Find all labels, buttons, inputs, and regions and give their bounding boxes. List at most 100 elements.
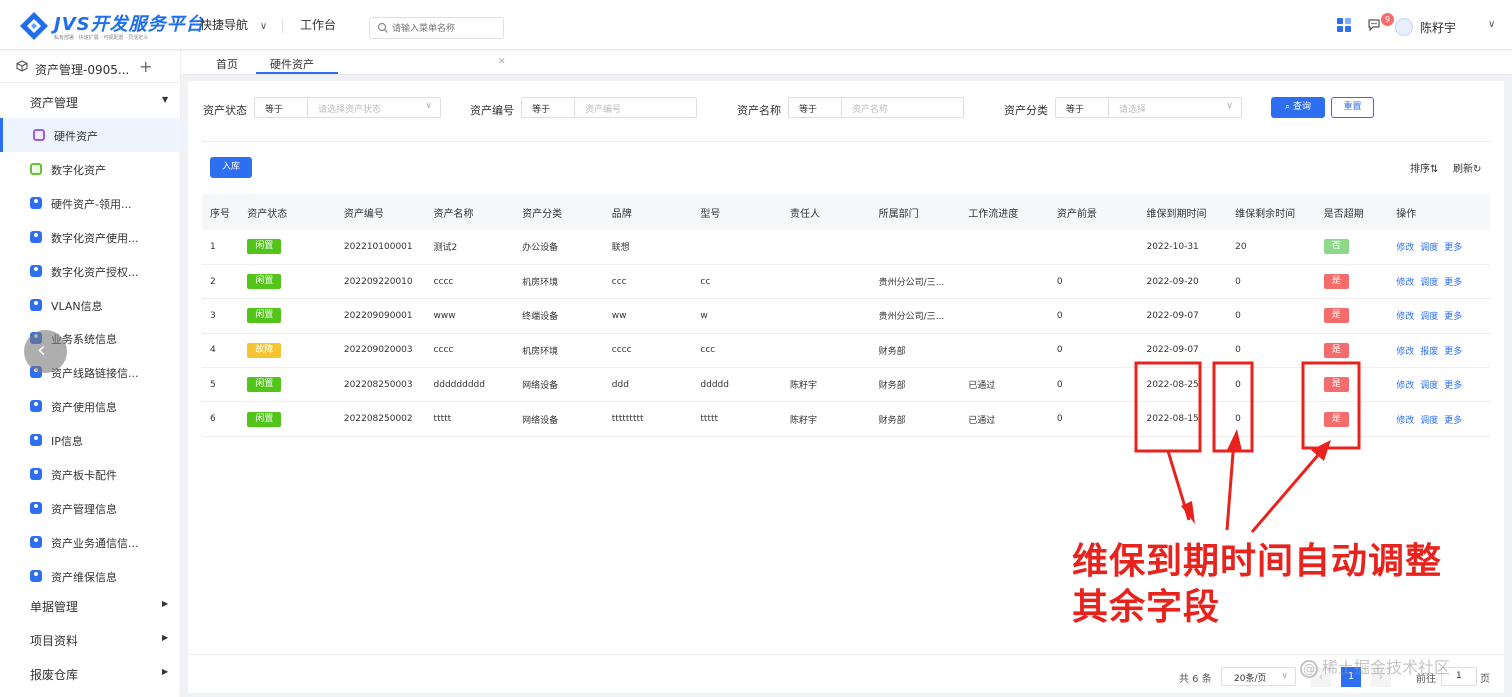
quick-nav-menu[interactable]: 快捷导航 ∨	[200, 16, 267, 33]
table-cell	[782, 298, 871, 334]
message-icon[interactable]	[1367, 18, 1381, 32]
filter-category-operator[interactable]: 等于	[1055, 97, 1108, 118]
table-row[interactable]: 1 闲置 202210100001 测试2 办公设备 联想 2022-10-31 20 否 修改调…	[202, 230, 1490, 265]
row-action-link[interactable]: 调度	[1420, 243, 1438, 253]
row-action-link[interactable]: 更多	[1444, 278, 1462, 288]
page-size-select[interactable]: 20条/页 ∨	[1221, 667, 1296, 686]
chevron-down-icon: ∨	[1226, 101, 1233, 111]
column-header: 是否超期	[1315, 194, 1389, 230]
filter-status-select[interactable]: 请选择资产状态 ∨	[307, 97, 441, 118]
caret-right-icon: ▶	[162, 633, 169, 642]
filter-code-label: 资产编号	[470, 104, 514, 117]
row-action-link[interactable]: 调度	[1420, 312, 1438, 322]
row-action-link[interactable]: 修改	[1396, 381, 1414, 391]
row-action-link[interactable]: 更多	[1444, 347, 1462, 357]
row-action-link[interactable]: 修改	[1396, 347, 1414, 357]
apps-grid-icon[interactable]	[1336, 17, 1352, 33]
sidebar-item[interactable]: VLAN信息	[0, 288, 181, 322]
filter-code-operator[interactable]: 等于	[521, 97, 574, 118]
menu-search[interactable]	[369, 17, 504, 39]
add-icon[interactable]: +	[139, 57, 152, 76]
sidebar-item[interactable]: 资产管理信息	[0, 491, 181, 525]
app-logo[interactable]: JVS开发服务平台 私有部署 · 快速扩展 · 可视配置 · 灵活定义	[18, 8, 204, 44]
sidebar: 资产管理-0905... + 资产管理 ▼ 硬件资产 数字化资产 硬件资产-领用..…	[0, 51, 181, 697]
table-cell	[782, 333, 871, 369]
overdue-cell: 是	[1315, 401, 1389, 437]
filter-status-placeholder: 请选择资产状态	[318, 105, 382, 115]
refresh-button[interactable]: 刷新↻	[1453, 160, 1481, 175]
row-action-link[interactable]: 更多	[1444, 416, 1462, 426]
overdue-cell: 是	[1315, 264, 1389, 300]
page-suffix: 页	[1480, 674, 1490, 685]
sidebar-item[interactable]: 资产板卡配件	[0, 457, 181, 491]
stock-in-button[interactable]: 入库	[210, 157, 252, 178]
row-action-link[interactable]: 更多	[1444, 312, 1462, 322]
sidebar-item-label: 资产管理信息	[51, 502, 117, 516]
filter-category-select[interactable]: 请选择 ∨	[1108, 97, 1242, 118]
overdue-badge: 是	[1323, 308, 1349, 324]
sidebar-collapse-button[interactable]: ‹	[24, 330, 67, 373]
table-row[interactable]: 2 闲置 202209220010 cccc 机房环境 ccc cc 贵州分公司/三... 0 2…	[202, 264, 1490, 300]
menu-group-scrap[interactable]: 报废仓库 ▶	[0, 656, 181, 690]
actions-cell: 修改 调度 更多	[1388, 367, 1490, 403]
sidebar-item[interactable]: 数字化资产授权...	[0, 254, 181, 288]
sidebar-item[interactable]: 硬件资产	[0, 118, 181, 152]
chevron-down-icon: ∨	[259, 21, 268, 32]
row-action-link[interactable]: 修改	[1396, 312, 1414, 322]
row-action-link[interactable]: 更多	[1444, 381, 1462, 391]
row-action-link[interactable]: 更多	[1444, 243, 1462, 253]
table-row[interactable]: 5 闲置 202208250003 ddddddddd 网络设备 ddd ddddd 陈籽宇财…	[202, 367, 1490, 403]
sidebar-item[interactable]: 硬件资产-领用...	[0, 186, 181, 220]
close-icon[interactable]: ✕	[498, 57, 506, 67]
reset-button[interactable]: 重置	[1331, 97, 1374, 118]
sidebar-item[interactable]: 数字化资产	[0, 152, 181, 186]
row-action-link[interactable]: 修改	[1396, 243, 1414, 253]
row-action-link[interactable]: 调度	[1420, 278, 1438, 288]
table-row[interactable]: 3 闲置 202209090001 www 终端设备 ww w 贵州分公司/三... 0 2022…	[202, 298, 1490, 334]
overdue-cell: 是	[1315, 333, 1389, 369]
row-action-link[interactable]: 修改	[1396, 278, 1414, 288]
chevron-down-icon: ∨	[1281, 671, 1288, 681]
row-action-link[interactable]: 修改	[1396, 416, 1414, 426]
column-header: 责任人	[782, 194, 871, 230]
filter-name-input[interactable]: 资产名称	[841, 97, 964, 118]
sidebar-item[interactable]: IP信息	[0, 423, 181, 457]
table-cell: 0	[1048, 333, 1139, 369]
sidebar-item-label: IP信息	[51, 435, 83, 449]
filter-name-operator[interactable]: 等于	[788, 97, 841, 118]
menu-search-input[interactable]	[392, 20, 500, 36]
column-header: 维保剩余时间	[1227, 194, 1316, 230]
watermark: @ 稀土掘金技术社区	[1300, 654, 1450, 678]
tab-home[interactable]: 首页	[216, 56, 238, 72]
workbench-link[interactable]: 工作台	[300, 16, 336, 33]
filter-code-input[interactable]: 资产编号	[574, 97, 697, 118]
menu-group-asset[interactable]: 资产管理 ▼	[0, 84, 181, 118]
sidebar-item[interactable]: 数字化资产使用...	[0, 220, 181, 254]
row-action-link[interactable]: 调度	[1420, 381, 1438, 391]
query-label: 查询	[1292, 102, 1311, 112]
filter-status-operator[interactable]: 等于	[254, 97, 307, 118]
sidebar-item[interactable]: 资产业务通信信...	[0, 525, 181, 559]
chevron-down-icon[interactable]: ∨	[1488, 19, 1495, 30]
row-action-link[interactable]: 报废	[1420, 347, 1438, 357]
user-name[interactable]: 陈籽宇	[1420, 19, 1456, 36]
sidebar-item[interactable]: 资产使用信息	[0, 389, 181, 423]
tab-hardware-assets[interactable]: 硬件资产	[270, 56, 314, 72]
user-avatar[interactable]	[1395, 18, 1413, 36]
menu-group-documents[interactable]: 单据管理 ▶	[0, 588, 181, 622]
table-row[interactable]: 4 故障 202209020003 cccc 机房环境 cccc ccc 财务部 0 2022-0…	[202, 333, 1490, 369]
annotation-text: 维保到期时间自动调整 其余字段	[1072, 539, 1442, 631]
column-header: 所属部门	[870, 194, 961, 230]
sort-button[interactable]: 排序⇅	[1410, 160, 1438, 175]
row-action-link[interactable]: 调度	[1420, 416, 1438, 426]
table-row[interactable]: 6 闲置 202208250002 ttttt 网络设备 ttttttttt ttttt 陈籽…	[202, 401, 1490, 437]
column-header: 型号	[692, 194, 783, 230]
status-cell: 闲置	[239, 401, 336, 437]
table-cell: 测试2	[425, 230, 515, 265]
project-switcher[interactable]: 资产管理-0905... +	[0, 51, 181, 83]
module-icon	[30, 162, 42, 175]
menu-group-project-docs[interactable]: 项目资料 ▶	[0, 622, 181, 656]
table-cell: 陈籽宇	[782, 401, 871, 437]
overdue-cell: 否	[1315, 230, 1389, 265]
query-button[interactable]: ⌕ 查询	[1271, 97, 1325, 118]
